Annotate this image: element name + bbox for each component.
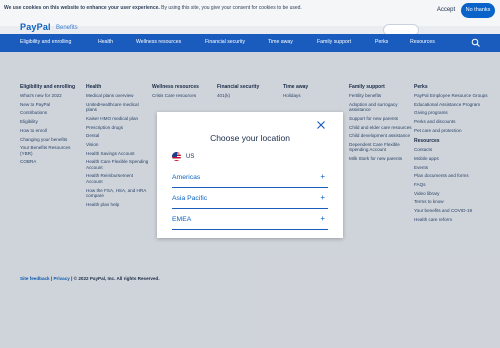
cookie-message: We use cookies on this website to enhanc…	[4, 5, 302, 11]
expand-plus-icon: +	[320, 172, 325, 181]
region-asia-pacific[interactable]: Asia Pacific +	[172, 190, 328, 209]
nav-item-family[interactable]: Family support	[317, 39, 351, 45]
region-label: EMEA	[172, 216, 192, 223]
site-header: PayPal Benefits	[0, 12, 500, 36]
paypal-logo[interactable]: PayPal	[20, 22, 51, 32]
close-icon[interactable]	[316, 120, 326, 130]
region-americas[interactable]: Americas +	[172, 169, 328, 188]
nav-item-time-away[interactable]: Time away	[268, 39, 293, 45]
expand-plus-icon: +	[320, 193, 325, 202]
nav-item-eligibility[interactable]: Eligibility and enrolling	[20, 39, 71, 45]
location-modal: Choose your location US Americas + Asia …	[157, 112, 343, 238]
region-emea[interactable]: EMEA +	[172, 211, 328, 230]
search-icon[interactable]	[471, 38, 481, 48]
nav-item-wellness[interactable]: Wellness resources	[136, 39, 181, 45]
region-label: Asia Pacific	[172, 195, 208, 202]
nav-item-financial[interactable]: Financial security	[205, 39, 245, 45]
us-flag-icon	[172, 152, 181, 161]
nav-item-health[interactable]: Health	[98, 39, 113, 45]
logo-subtitle: Benefits	[56, 25, 78, 31]
cookie-message-rest: By using this site, you give your consen…	[159, 5, 302, 11]
main-nav: Eligibility and enrolling Health Wellnes…	[0, 34, 500, 52]
nav-item-resources[interactable]: Resources	[410, 39, 435, 45]
modal-title: Choose your location	[210, 133, 290, 143]
current-location-label: US	[186, 154, 195, 161]
current-location[interactable]: US	[172, 152, 194, 161]
cookie-message-bold: We use cookies on this website to enhanc…	[4, 5, 160, 11]
expand-plus-icon: +	[320, 214, 325, 223]
region-label: Americas	[172, 174, 201, 181]
nav-item-perks[interactable]: Perks	[375, 39, 388, 45]
